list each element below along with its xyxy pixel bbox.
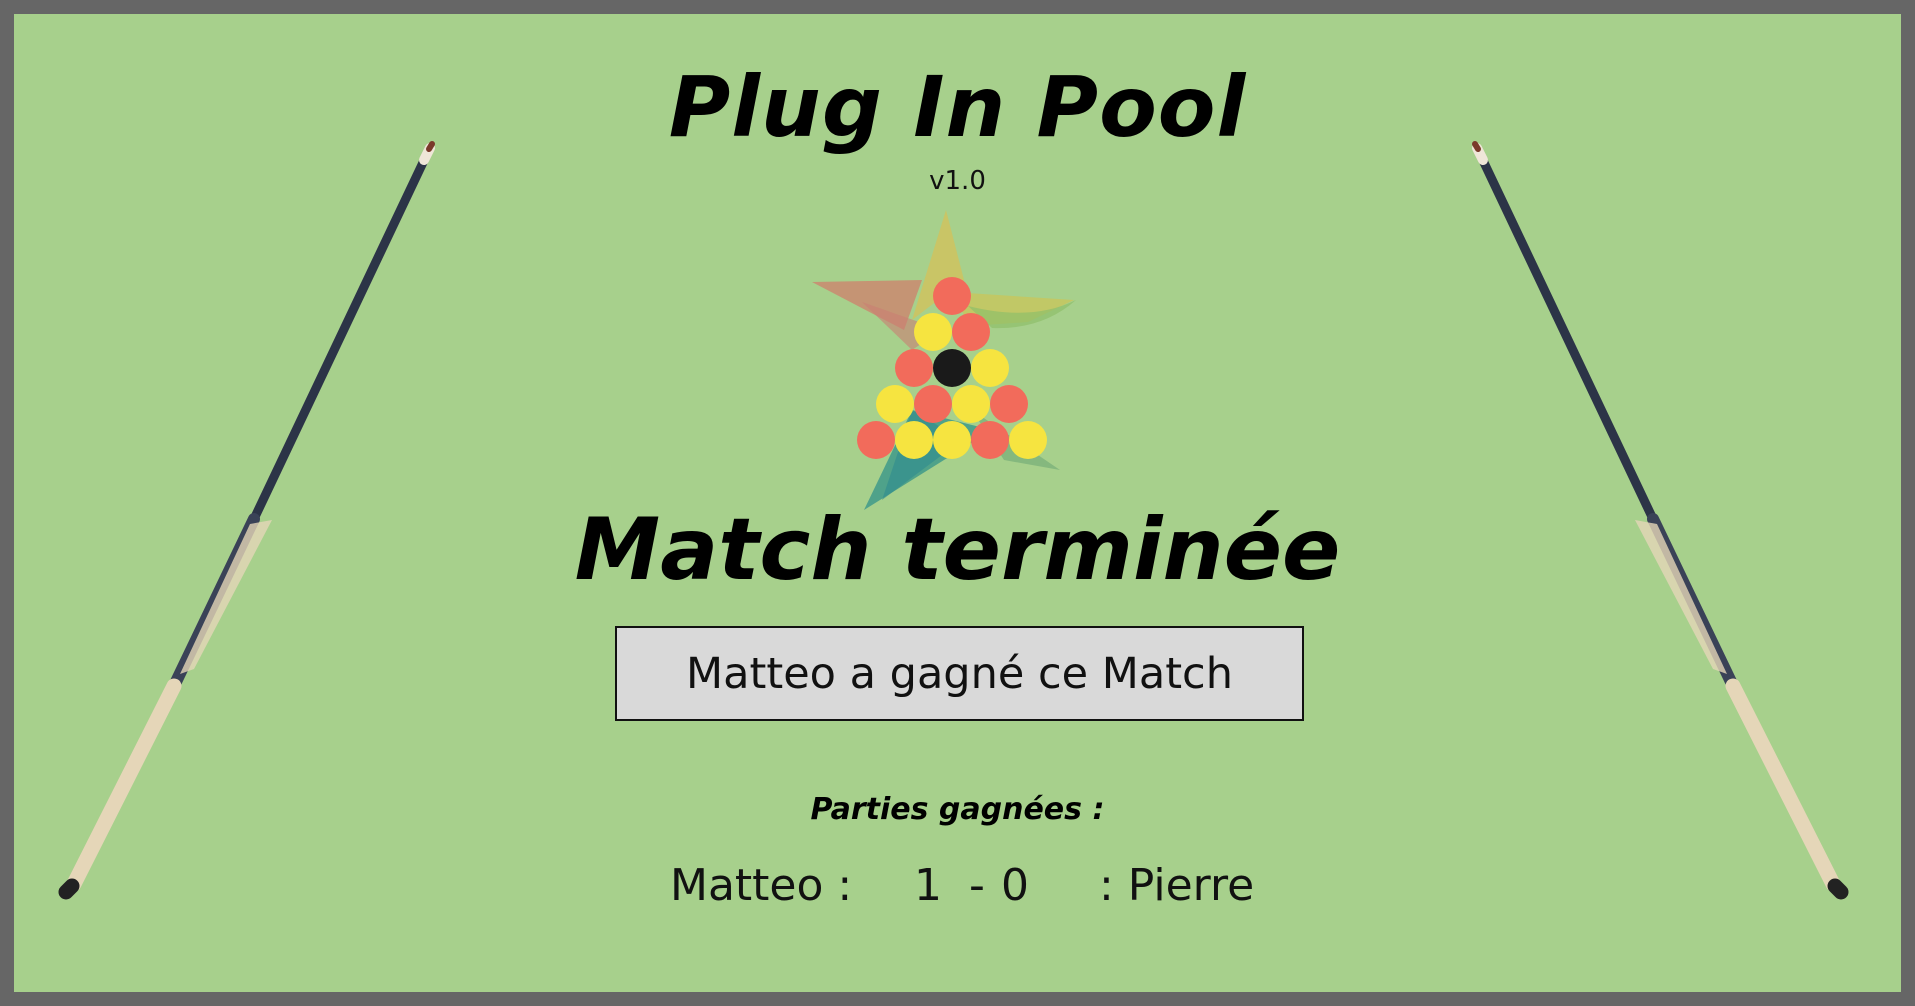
player1-score: 1 (914, 860, 942, 911)
match-finished-heading: Match terminée (574, 500, 1341, 600)
player2-label: : Pierre (1099, 860, 1255, 911)
winner-message: Matteo a gagné ce Match (686, 648, 1233, 699)
app-version: v1.0 (929, 166, 986, 196)
player2-score: 0 (1001, 860, 1029, 911)
game-screen: Plug In Pool v1.0 Match terminée Matteo … (14, 14, 1901, 992)
games-won-label: Parties gagnées : (810, 792, 1105, 827)
score-separator: - (969, 860, 985, 911)
player1-label: Matteo : (670, 860, 853, 911)
billiard-rack-star-logo-icon (812, 210, 1076, 510)
app-title: Plug In Pool (668, 58, 1247, 156)
winner-message-box: Matteo a gagné ce Match (615, 626, 1304, 721)
